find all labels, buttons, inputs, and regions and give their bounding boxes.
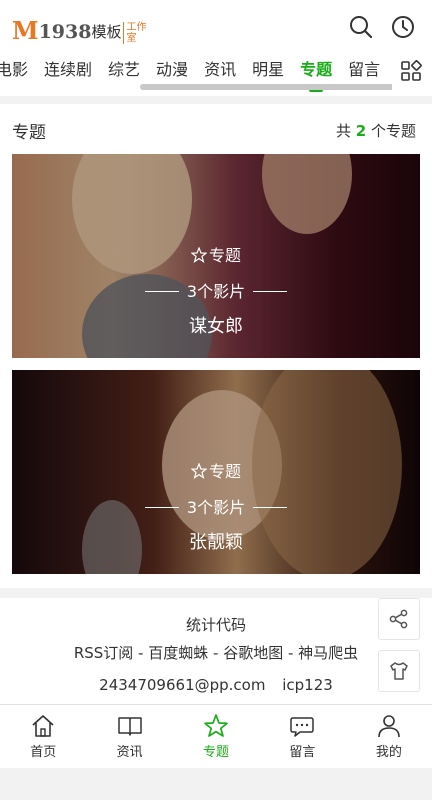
tab-news[interactable]: 资讯 <box>196 56 244 96</box>
card-overlay: 专题 3个影片 张靓颖 <box>12 370 420 574</box>
star-icon <box>190 247 207 263</box>
tab-series[interactable]: 连续剧 <box>36 56 100 96</box>
tabbar-topics[interactable]: 专题 <box>173 705 259 768</box>
tab-movie[interactable]: 电影 <box>0 56 36 96</box>
nav-scrollbar[interactable] <box>140 84 392 90</box>
divider <box>144 507 179 508</box>
card-count: 3个影片 <box>12 494 420 518</box>
tab-stars[interactable]: 明星 <box>244 56 292 96</box>
book-icon <box>117 717 142 736</box>
divider <box>253 507 288 508</box>
card-type-label: 专题 <box>208 462 241 481</box>
header: M 1938 模板 工作 室 <box>0 0 432 56</box>
logo-studio-line2: 室 <box>126 33 137 44</box>
divider <box>0 96 432 104</box>
tabbar-news-label: 资讯 <box>116 745 143 760</box>
contact-email: 2434709661@pp.com <box>99 676 266 694</box>
tab-guestbook[interactable]: 留言 <box>340 56 388 96</box>
card-type: 专题 <box>12 242 420 266</box>
logo-studio: 工作 室 <box>123 22 146 44</box>
card-type: 专题 <box>12 458 420 482</box>
logo-number: 1938 <box>38 21 92 43</box>
divider <box>144 291 179 292</box>
tabbar-mine-label: 我的 <box>375 745 402 760</box>
stat-code: 统计代码 <box>185 616 246 634</box>
count-suffix: 个专题 <box>370 122 416 140</box>
count-prefix: 共 <box>335 122 351 140</box>
logo-text: 模板 <box>91 23 122 41</box>
card-title: 张靓颖 <box>189 532 243 553</box>
share-button[interactable] <box>378 598 420 640</box>
footer-links[interactable]: RSS订阅 - 百度蜘蛛 - 谷歌地图 - 神马爬虫 <box>0 642 432 663</box>
tabbar-news[interactable]: 资讯 <box>86 705 172 768</box>
theme-button[interactable] <box>378 650 420 692</box>
site-footer: 统计代码 RSS订阅 - 百度蜘蛛 - 谷歌地图 - 神马爬虫 24347096… <box>0 598 432 704</box>
share-icon <box>389 609 408 629</box>
chat-icon <box>290 717 315 737</box>
tabbar-mine[interactable]: 我的 <box>346 705 432 768</box>
card-count: 3个影片 <box>12 278 420 302</box>
tabbar-guestbook[interactable]: 留言 <box>259 705 345 768</box>
tab-variety[interactable]: 综艺 <box>100 56 148 96</box>
topic-card[interactable]: 专题 3个影片 谋女郎 <box>12 154 420 358</box>
tab-topics[interactable]: 专题 <box>292 56 340 96</box>
topic-count: 共 2 个专题 <box>336 120 416 141</box>
tabbar-topics-label: 专题 <box>203 745 230 760</box>
site-logo[interactable]: M 1938 模板 工作 室 <box>12 10 146 44</box>
divider <box>253 291 288 292</box>
topic-card[interactable]: 专题 3个影片 张靓颖 <box>12 370 420 574</box>
card-title: 谋女郎 <box>189 316 243 337</box>
search-icon[interactable] <box>348 14 374 40</box>
footer-contact: 2434709661@pp.com icp123 <box>0 676 432 694</box>
grid-icon[interactable] <box>400 60 422 82</box>
bottom-tabbar: 首页 资讯 专题 留言 我的 <box>0 704 432 768</box>
icp-number: icp123 <box>282 676 333 694</box>
tabbar-home-label: 首页 <box>30 745 57 760</box>
section-title: 专题 <box>12 123 46 143</box>
card-type-label: 专题 <box>208 246 241 265</box>
card-count-label: 3个影片 <box>186 498 246 517</box>
star-icon <box>204 714 228 737</box>
topic-section: 专题 共 2 个专题 专题 3个影片 谋女郎 专题 3个影片 张靓颖 <box>0 104 432 588</box>
tabbar-home[interactable]: 首页 <box>0 705 86 768</box>
page-bottom <box>0 768 432 800</box>
user-icon <box>378 715 400 738</box>
count-number: 2 <box>355 122 367 140</box>
category-tabs[interactable]: 电影 连续剧 综艺 动漫 资讯 明星 专题 留言 <box>0 56 392 96</box>
history-icon[interactable] <box>390 14 416 40</box>
logo-studio-line1: 工作 <box>126 22 147 33</box>
tab-anime[interactable]: 动漫 <box>148 56 196 96</box>
star-icon <box>190 463 207 479</box>
shirt-icon <box>390 662 408 680</box>
tabbar-guestbook-label: 留言 <box>289 745 316 760</box>
home-icon <box>32 715 54 737</box>
logo-m: M <box>12 16 39 45</box>
card-overlay: 专题 3个影片 谋女郎 <box>12 154 420 358</box>
category-nav: 电影 连续剧 综艺 动漫 资讯 明星 专题 留言 <box>0 56 432 96</box>
card-count-label: 3个影片 <box>186 282 246 301</box>
